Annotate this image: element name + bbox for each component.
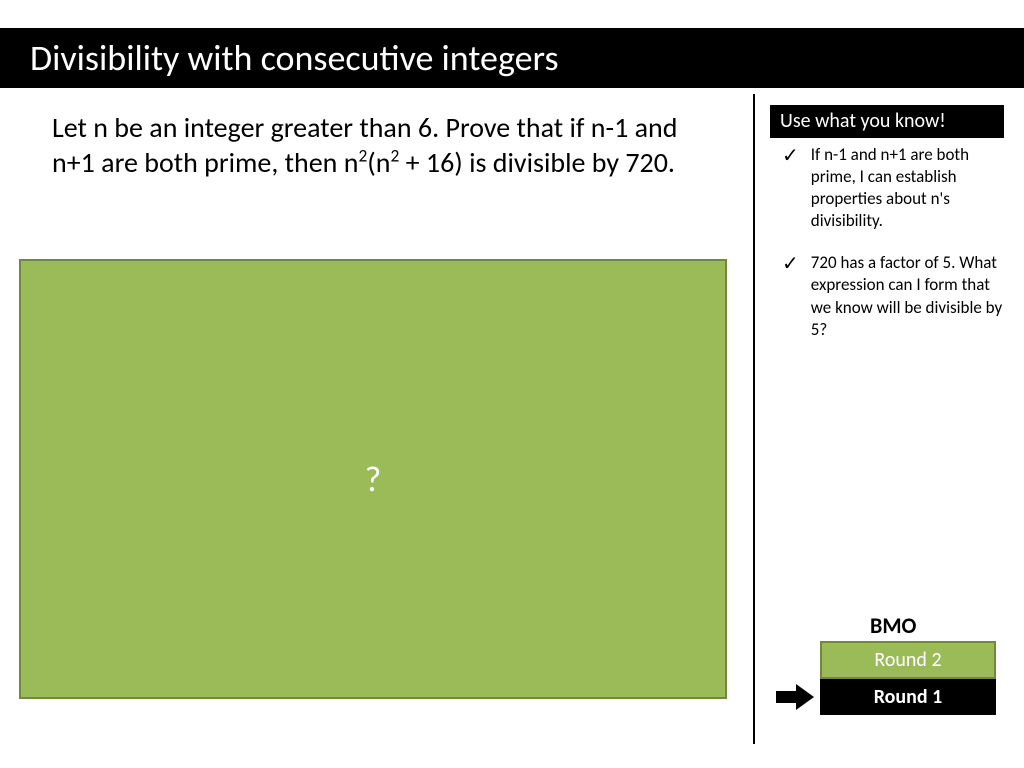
check-icon: ✓ [782,254,799,340]
round-1-label: Round 1 [874,685,943,709]
title-bar: Divisibility with consecutive integers [0,28,1024,88]
answer-area[interactable]: ? [19,259,727,699]
hint-item: ✓ 720 has a factor of 5. What expression… [782,252,1006,340]
superscript-2: 2 [390,145,399,167]
check-icon: ✓ [782,146,799,232]
slide: Divisibility with consecutive integers L… [0,0,1024,768]
problem-text-3: + 16) is divisible by 720. [399,145,675,180]
round-1-box[interactable]: Round 1 [820,679,996,715]
problem-statement: Let n be an integer greater than 6. Prov… [52,110,712,180]
arrow-right-icon [776,684,816,710]
round-2-box[interactable]: Round 2 [820,641,996,679]
hint-text: If n-1 and n+1 are both prime, I can est… [811,144,1006,232]
round-2-label: Round 2 [874,648,941,672]
problem-text-2: (n [367,145,390,180]
vertical-divider [753,94,755,744]
hints-list: ✓ If n-1 and n+1 are both prime, I can e… [782,144,1006,361]
hints-header: Use what you know! [770,105,1004,138]
slide-title: Divisibility with consecutive integers [30,36,559,80]
bmo-label: BMO [870,612,916,639]
hints-header-label: Use what you know! [780,109,946,133]
rounds-stack: Round 2 Round 1 [820,641,996,715]
hint-text: 720 has a factor of 5. What expression c… [811,252,1006,340]
hint-item: ✓ If n-1 and n+1 are both prime, I can e… [782,144,1006,232]
superscript-1: 2 [358,145,367,167]
answer-placeholder: ? [365,457,382,501]
